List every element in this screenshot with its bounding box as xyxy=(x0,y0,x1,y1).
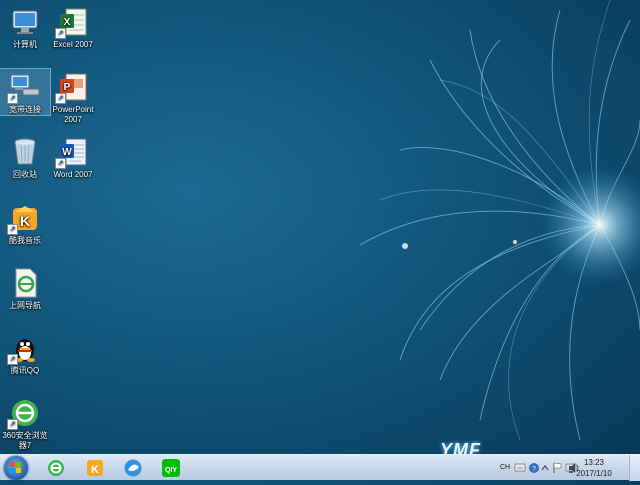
clock-date: 2017/1/10 xyxy=(576,469,612,478)
desktop-icon-excel[interactable]: X ↗ Excel 2007 xyxy=(48,4,98,50)
show-desktop-button[interactable] xyxy=(629,455,640,481)
ie-icon[interactable] xyxy=(42,457,70,479)
iqiyi-icon[interactable]: QIY xyxy=(157,457,185,479)
shortcut-arrow-icon: ↗ xyxy=(7,419,18,430)
desktop-icon-powerpoint[interactable]: P ↗ PowerPoint 2007 xyxy=(48,69,98,125)
web-nav-icon xyxy=(9,267,41,299)
svg-text:P: P xyxy=(64,82,71,93)
excel-icon: X ↗ xyxy=(55,6,89,39)
desktop-icon-360-browser[interactable]: ↗ 360安全浏览器7 xyxy=(0,395,50,451)
powerpoint-icon: P ↗ xyxy=(55,71,89,104)
svg-text:?: ? xyxy=(532,466,536,473)
tray-keyboard-icon[interactable] xyxy=(514,455,526,481)
shortcut-arrow-icon: ↗ xyxy=(7,224,18,235)
desktop-icon-kuwo-music[interactable]: K ↗ 酷我音乐 xyxy=(0,200,50,246)
shortcut-arrow-icon: ↗ xyxy=(7,354,18,365)
desktop-icon-broadband[interactable]: ↗ 宽带连接 xyxy=(0,68,51,116)
desktop-icon-label: 360安全浏览器7 xyxy=(2,431,48,450)
shortcut-arrow-icon: ↗ xyxy=(55,28,66,39)
desktop-icon-label: PowerPoint 2007 xyxy=(52,105,94,124)
shortcut-arrow-icon: ↗ xyxy=(55,158,66,169)
360-browser-icon: ↗ xyxy=(7,397,41,430)
desktop-icon-word[interactable]: W ↗ Word 2007 xyxy=(48,134,98,180)
taskbar: K QIY CH ? 13:23 2017/1/10 xyxy=(0,454,640,481)
desktop-icon-label: 计算机 xyxy=(13,40,37,49)
desktop-icon-label: 酷我音乐 xyxy=(9,236,41,245)
shortcut-arrow-icon: ↗ xyxy=(7,93,18,104)
desktop-icon-web-nav[interactable]: 上网导航 xyxy=(0,265,50,311)
svg-text:K: K xyxy=(91,464,99,476)
desktop-icon-label: 腾讯QQ xyxy=(10,366,40,375)
desktop-icon-computer[interactable]: 计算机 xyxy=(0,4,50,50)
computer-icon xyxy=(9,6,41,38)
clock[interactable]: 13:23 2017/1/10 xyxy=(572,457,616,479)
tray-expand-icon[interactable] xyxy=(540,455,550,481)
desktop-icon-label: Word 2007 xyxy=(53,170,93,179)
flag-icon[interactable] xyxy=(551,455,563,481)
desktop-icon-label: 回收站 xyxy=(13,170,37,179)
qq-icon: ↗ xyxy=(7,332,41,365)
desktop-icon-label: 宽带连接 xyxy=(9,105,41,114)
desktop-icon-label: 上网导航 xyxy=(9,301,41,310)
word-icon: W ↗ xyxy=(55,136,89,169)
svg-text:QIY: QIY xyxy=(165,467,177,474)
kuwo-music-icon: K ↗ xyxy=(7,202,41,235)
desktop-icon-label: Excel 2007 xyxy=(53,40,93,49)
windows-start-icon[interactable] xyxy=(4,456,28,480)
kuwo-icon[interactable]: K xyxy=(81,457,109,479)
broadband-icon: ↗ xyxy=(7,71,41,104)
shortcut-arrow-icon: ↗ xyxy=(55,93,66,104)
svg-text:X: X xyxy=(64,17,71,28)
help-icon[interactable]: ? xyxy=(528,455,540,481)
clock-time: 13:23 xyxy=(583,458,605,467)
recycle-bin-icon xyxy=(9,136,41,168)
svg-text:K: K xyxy=(20,213,30,229)
browser-icon[interactable] xyxy=(119,457,147,479)
svg-text:W: W xyxy=(62,147,72,158)
desktop-icon-recycle-bin[interactable]: 回收站 xyxy=(0,134,50,180)
language-indicator[interactable]: CH xyxy=(500,464,510,471)
desktop-icon-qq[interactable]: ↗ 腾讯QQ xyxy=(0,330,50,376)
